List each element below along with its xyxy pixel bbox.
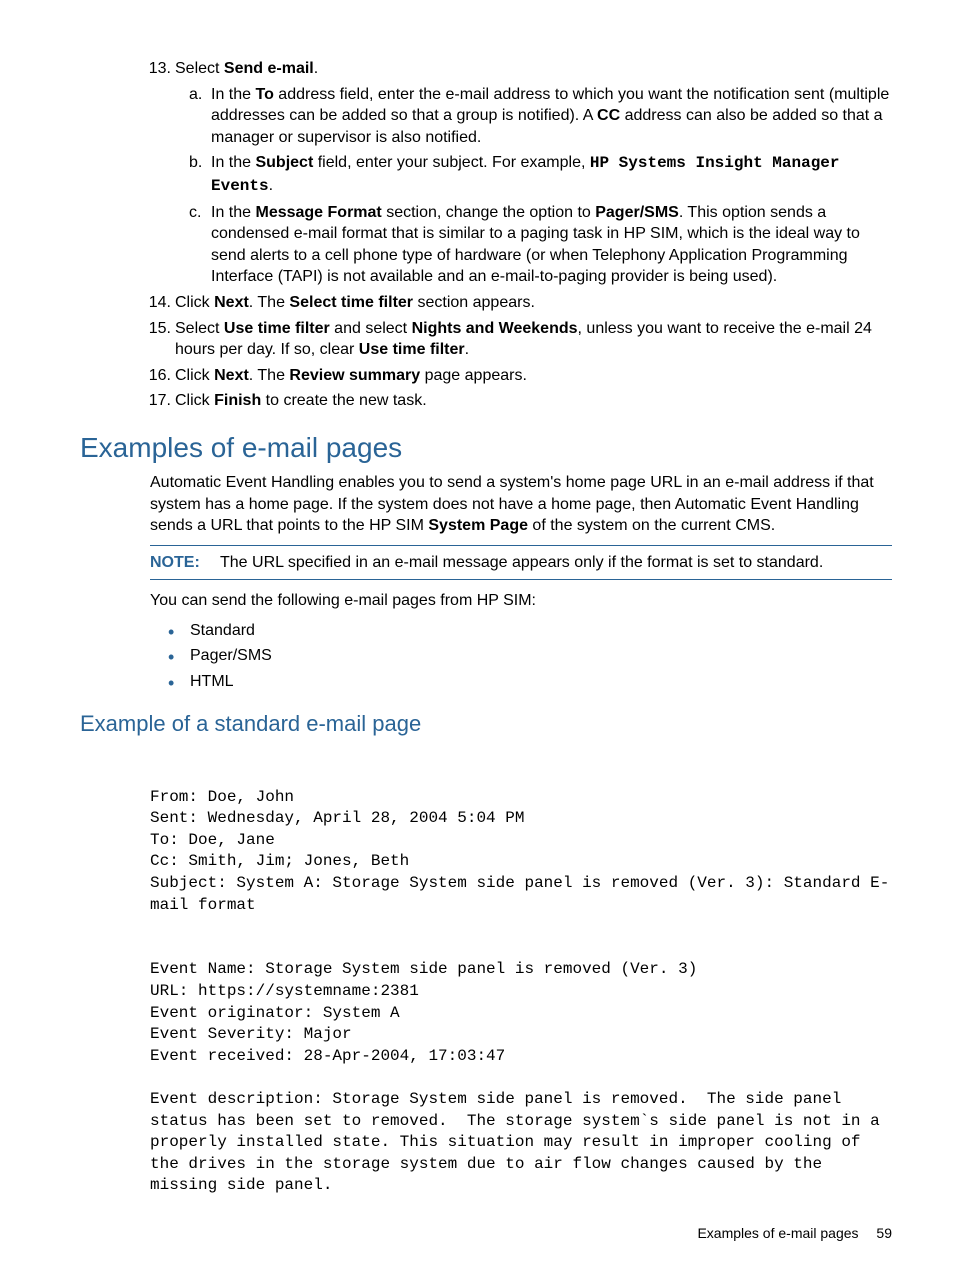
step-number: 16. (147, 365, 171, 387)
substep-text: In the (211, 86, 255, 103)
step-bold: Select time filter (289, 294, 413, 311)
substep-bold: Message Format (255, 204, 381, 221)
intro-paragraph: Automatic Event Handling enables you to … (150, 472, 892, 537)
step-text: Select (175, 320, 224, 337)
step-text: Click (175, 367, 214, 384)
step-17: 17. Click Finish to create the new task. (175, 390, 892, 412)
substep-letter: c. (189, 202, 201, 224)
step-bold: Nights and Weekends (412, 320, 578, 337)
step-text: section appears. (413, 294, 535, 311)
para-text: of the system on the current CMS. (528, 517, 775, 534)
substep-letter: b. (189, 152, 202, 174)
footer-text: Examples of e-mail pages (697, 1225, 858, 1241)
ordered-steps: 13. Select Send e-mail. a. In the To add… (80, 58, 892, 412)
subsection-heading: Example of a standard e-mail page (80, 711, 892, 737)
note-block: NOTE:The URL specified in an e-mail mess… (150, 545, 892, 581)
page-footer: Examples of e-mail pages 59 (697, 1225, 892, 1241)
substep-b: b. In the Subject field, enter your subj… (211, 152, 892, 197)
section-heading: Examples of e-mail pages (80, 432, 892, 464)
step-text: Click (175, 392, 214, 409)
step-bold: Next (214, 367, 249, 384)
step-text: Select (175, 60, 224, 77)
email-example: From: Doe, John Sent: Wednesday, April 2… (150, 787, 892, 1197)
step-bold: Next (214, 294, 249, 311)
substep-text: field, enter your subject. For example, (313, 154, 590, 171)
substep-c: c. In the Message Format section, change… (211, 202, 892, 288)
step-number: 15. (147, 318, 171, 340)
page-number: 59 (876, 1225, 892, 1241)
note-label: NOTE: (150, 552, 220, 574)
step-16: 16. Click Next. The Review summary page … (175, 365, 892, 387)
step-text: . The (249, 367, 290, 384)
substep-text: In the (211, 154, 255, 171)
substep-bold: CC (597, 107, 620, 124)
step-13: 13. Select Send e-mail. a. In the To add… (175, 58, 892, 288)
step-number: 14. (147, 292, 171, 314)
note-text: The URL specified in an e-mail message a… (220, 554, 823, 571)
substep-bold: Subject (255, 154, 313, 171)
step-bold: Use time filter (359, 341, 465, 358)
step-bold: Send e-mail (224, 60, 314, 77)
para-bold: System Page (428, 517, 528, 534)
bullet-list: Standard Pager/SMS HTML (80, 620, 892, 693)
substep-bold: To (255, 86, 273, 103)
step-text: . The (249, 294, 290, 311)
substep-bold: Pager/SMS (595, 204, 679, 221)
bullet-item: Standard (190, 620, 892, 642)
step-text: Click (175, 294, 214, 311)
step-text: . (465, 341, 469, 358)
step-bold: Review summary (289, 367, 420, 384)
substep-a: a. In the To address field, enter the e-… (211, 84, 892, 149)
step-text: to create the new task. (261, 392, 426, 409)
bullet-item: Pager/SMS (190, 645, 892, 667)
step-number: 13. (147, 58, 171, 80)
substep-text: section, change the option to (382, 204, 595, 221)
step-number: 17. (147, 390, 171, 412)
document-page: 13. Select Send e-mail. a. In the To add… (0, 0, 954, 1197)
step-14: 14. Click Next. The Select time filter s… (175, 292, 892, 314)
substeps: a. In the To address field, enter the e-… (175, 84, 892, 288)
step-text: . (314, 60, 318, 77)
substep-text: . (269, 177, 273, 194)
substep-letter: a. (189, 84, 202, 106)
step-text: and select (330, 320, 412, 337)
step-bold: Use time filter (224, 320, 330, 337)
substep-text: In the (211, 204, 255, 221)
step-text: page appears. (420, 367, 527, 384)
step-15: 15. Select Use time filter and select Ni… (175, 318, 892, 361)
bullet-item: HTML (190, 671, 892, 693)
lead-paragraph: You can send the following e-mail pages … (150, 590, 892, 612)
step-bold: Finish (214, 392, 261, 409)
